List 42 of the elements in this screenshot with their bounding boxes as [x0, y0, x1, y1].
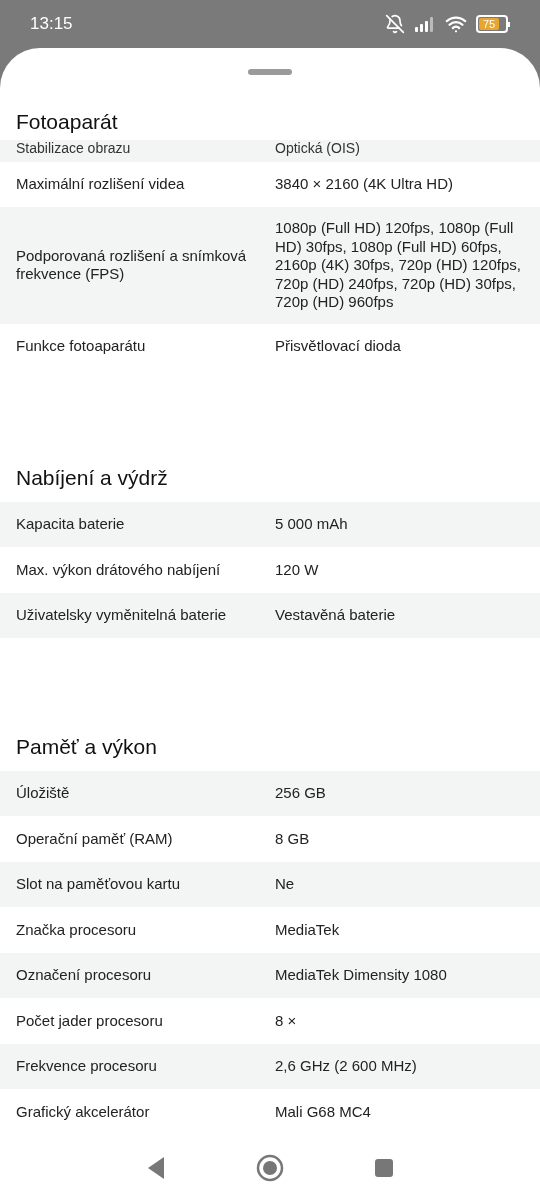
spec-label: Úložiště	[16, 784, 71, 803]
section-heading: Nabíjení a výdrž	[15, 465, 169, 491]
spec-value: MediaTek	[275, 920, 341, 939]
spec-label: Frekvence procesoru	[16, 1057, 158, 1076]
spec-label: Funkce fotoaparátu	[16, 337, 147, 356]
spec-label: Značka procesoru	[16, 920, 138, 939]
spec-value: Optická (OIS)	[275, 139, 361, 156]
spec-label: Slot na paměťovou kartu	[16, 875, 182, 894]
back-icon[interactable]	[146, 1155, 166, 1180]
wifi-icon	[445, 13, 467, 35]
spec-label: Stabilizace obrazu	[16, 139, 132, 156]
battery-icon: 75	[476, 15, 510, 33]
spec-value: 1080p (Full HD) 120fps, 1080p (Full HD) 30fps, 1080p (Full HD) 60fps, 2160p (4K) 30fps, 720p (HD) 120fps, 720p (HD) 240fps, 720p (HD) 30fps, 720p (HD) 960fps	[275, 219, 522, 312]
spec-value: MediaTek Dimensity 1080	[275, 966, 448, 985]
spec-value: 3840 × 2160 (4K Ultra HD)	[275, 175, 454, 194]
spec-value: 5 000 mAh	[275, 515, 349, 534]
spec-label: Maximální rozlišení videa	[16, 175, 186, 194]
spec-value: 8 GB	[275, 829, 311, 848]
spec-value: Mali G68 MC4	[275, 1102, 372, 1121]
section-heading: Paměť a výkon	[15, 734, 158, 760]
spec-value: 8 ×	[275, 1011, 298, 1030]
status-time: 13:15	[30, 13, 73, 36]
signal-icon	[414, 16, 436, 32]
drag-handle[interactable]	[248, 69, 292, 75]
recents-icon[interactable]	[374, 1157, 394, 1178]
spec-label: Podporovaná rozlišení a snímková frekvence (FPS)	[16, 246, 248, 284]
spec-value: Přisvětlovací dioda	[275, 337, 402, 356]
home-icon[interactable]	[256, 1153, 284, 1182]
spec-label: Max. výkon drátového nabíjení	[16, 560, 222, 579]
spec-value: Vestavěná baterie	[275, 606, 397, 625]
spec-value: 256 GB	[275, 784, 327, 803]
spec-value: 2,6 GHz (2 600 MHz)	[275, 1057, 418, 1076]
spec-label: Kapacita baterie	[16, 515, 126, 534]
spec-label: Označení procesoru	[16, 966, 153, 985]
spec-label: Operační paměť (RAM)	[16, 829, 174, 848]
spec-label: Uživatelsky vyměnitelná baterie	[16, 606, 228, 625]
mute-icon	[385, 14, 405, 34]
section-heading: Fotoaparát	[15, 109, 119, 135]
spec-value: 120 W	[275, 560, 320, 579]
spec-label: Grafický akcelerátor	[16, 1102, 151, 1121]
spec-value: Ne	[275, 875, 296, 894]
spec-label: Počet jader procesoru	[16, 1011, 164, 1030]
